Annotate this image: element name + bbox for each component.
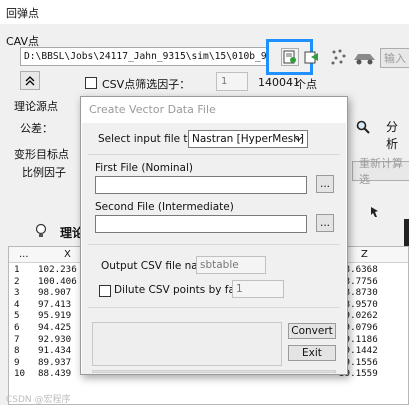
second-file-label: Second File (Intermediate) xyxy=(95,201,234,213)
csv-filter-label: CSV点筛选因子： xyxy=(102,78,191,91)
scale-factor-label: 比例因子 xyxy=(22,166,66,179)
column-header-z[interactable]: Z xyxy=(361,249,368,260)
file-type-select[interactable]: Nastran [HyperMesh] xyxy=(188,130,308,148)
progress-bar xyxy=(92,370,336,373)
cav-path-field[interactable]: D:\BBSL\Jobs\24117_Jahn_9315\sim\15\010b… xyxy=(20,47,268,66)
lightbulb-icon xyxy=(34,223,48,239)
column-header-index: ... xyxy=(19,249,29,260)
search-icon[interactable] xyxy=(356,120,370,134)
second-file-input[interactable] xyxy=(95,215,307,233)
second-file-browse-button[interactable]: ... xyxy=(316,214,334,232)
csv-filter-checkbox[interactable] xyxy=(85,77,97,92)
dilute-factor-field[interactable]: 1 xyxy=(232,280,284,298)
chevron-up-icon xyxy=(25,75,35,85)
first-file-browse-button[interactable]: ... xyxy=(316,175,334,193)
window-title: 回弹点 xyxy=(6,7,39,20)
collapse-button[interactable] xyxy=(20,71,40,90)
theory-group-label: 理论源点 xyxy=(14,100,58,113)
separator xyxy=(88,244,340,245)
export-icon[interactable] xyxy=(303,49,319,65)
column-header-x[interactable]: X xyxy=(64,249,71,260)
csv-factor-field[interactable]: 1 xyxy=(216,72,248,91)
exit-button[interactable]: Exit xyxy=(288,345,336,361)
analyze-button[interactable]: 分析 xyxy=(386,118,409,152)
deform-group-label: 变形目标点 xyxy=(14,148,69,161)
first-file-input[interactable] xyxy=(95,176,307,194)
dialog-body: Select input file type: Nastran [HyperMe… xyxy=(82,123,346,374)
dialog-title: Create Vector Data File xyxy=(89,103,216,116)
title-bar: 回弹点 xyxy=(0,0,409,24)
recompute-button[interactable]: 重新计算选 xyxy=(352,157,409,186)
chevron-down-icon xyxy=(294,134,303,146)
cursor-icon xyxy=(370,206,380,218)
file-type-value: Nastran [HyperMesh] xyxy=(192,133,305,145)
point-count: 140041 xyxy=(258,76,300,89)
watermark: CSDN @宏程序 xyxy=(6,395,71,405)
separator xyxy=(88,307,340,308)
output-name-field[interactable]: sbtable xyxy=(196,256,266,274)
tolerance-label: 公差： xyxy=(20,122,53,135)
import-data-icon[interactable] xyxy=(281,48,299,66)
points-icon[interactable] xyxy=(330,48,348,66)
vehicle-icon[interactable] xyxy=(352,48,378,66)
input-button[interactable]: 输入 xyxy=(380,48,409,68)
first-file-label: First File (Nominal) xyxy=(95,162,193,174)
separator xyxy=(88,154,340,155)
create-vector-dialog: Create Vector Data File Select input fil… xyxy=(80,96,348,375)
log-area xyxy=(92,322,282,366)
dilute-checkbox[interactable] xyxy=(99,285,111,300)
convert-button[interactable]: Convert xyxy=(288,323,336,339)
point-unit: 个点 xyxy=(295,78,317,91)
